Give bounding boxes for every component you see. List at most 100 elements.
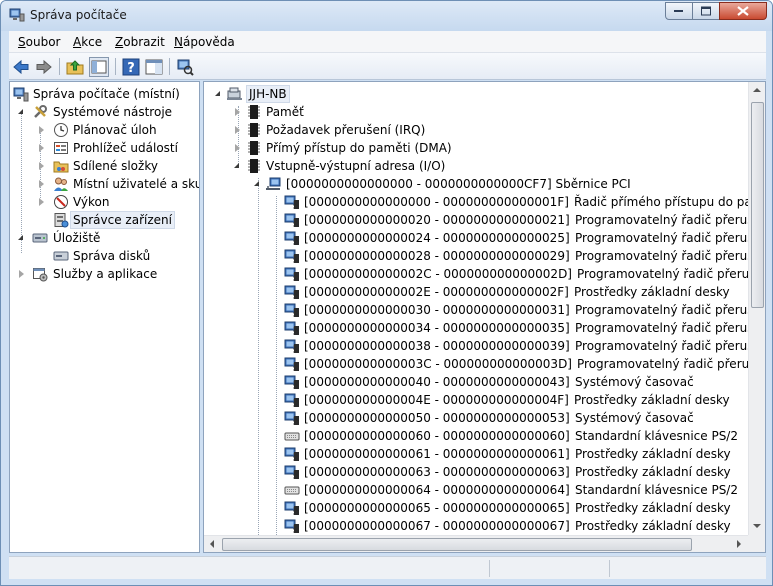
storage-icon: [32, 233, 48, 243]
tree-item-computer-management[interactable]: Správa počítače (místní): [10, 85, 199, 103]
resource-memory[interactable]: Paměť: [204, 103, 744, 121]
tree-item-services[interactable]: Služby a aplikace: [10, 265, 199, 283]
show-hide-tree-icon[interactable]: [89, 57, 109, 77]
tree-item-local-users[interactable]: Místní uživatelé a skupiny: [10, 175, 199, 193]
io-entry-label: [0000000000000050 - 0000000000000053]: [304, 411, 570, 425]
io-entry[interactable]: [0000000000000030 - 0000000000000031] Pro…: [204, 301, 765, 319]
collapse-arrow-icon[interactable]: [254, 181, 259, 186]
tree-item-task-scheduler[interactable]: Plánovač úloh: [10, 121, 199, 139]
io-entry[interactable]: [0000000000000067 - 0000000000000067] Pro…: [204, 517, 744, 535]
device-tree-root[interactable]: JJH-NB: [204, 85, 744, 103]
expand-arrow-icon[interactable]: [235, 126, 240, 134]
chip-icon: [284, 285, 299, 299]
scroll-up-icon[interactable]: [753, 88, 761, 92]
io-entry[interactable]: [000000000000002E - 000000000000002F] Pro…: [204, 283, 744, 301]
menu-soubor[interactable]: Soubor: [18, 35, 60, 49]
io-entry[interactable]: [0000000000000000 - 000000000000001F] Řad…: [204, 193, 765, 211]
horizontal-scrollbar[interactable]: [204, 535, 748, 552]
title-bar[interactable]: Správa počítače: [1, 1, 772, 31]
keyboard-icon: [284, 486, 300, 495]
io-entry[interactable]: [000000000000004E - 000000000000004F] Pro…: [204, 391, 744, 409]
maximize-button[interactable]: [692, 2, 720, 20]
up-folder-icon[interactable]: [65, 57, 85, 77]
collapse-arrow-icon[interactable]: [18, 109, 23, 114]
io-entry-device-name: Programovatelný řadič přerušení: [577, 267, 766, 281]
vertical-scrollbar[interactable]: [748, 82, 765, 535]
chip-icon: [284, 447, 299, 461]
io-entry[interactable]: [0000000000000063 - 0000000000000063] Pro…: [204, 463, 744, 481]
expand-arrow-icon[interactable]: [39, 198, 44, 206]
io-entry[interactable]: [0000000000000034 - 0000000000000035] Pro…: [204, 319, 765, 337]
menu-zobrazit[interactable]: Zobrazit: [115, 35, 165, 49]
tree-label: Prohlížeč událostí: [73, 141, 178, 155]
resource-irq[interactable]: Požadavek přerušení (IRQ): [204, 121, 744, 139]
minimize-button[interactable]: [665, 2, 693, 20]
shared-folder-icon: [53, 161, 69, 173]
chip-icon: [284, 321, 299, 335]
action-pane-icon[interactable]: [144, 57, 164, 77]
io-entry[interactable]: [000000000000003C - 000000000000003D] Pro…: [204, 355, 765, 373]
io-entry[interactable]: [0000000000000020 - 0000000000000021] Pro…: [204, 211, 765, 229]
io-entry[interactable]: [0000000000000065 - 0000000000000065] Pro…: [204, 499, 744, 517]
resource-io[interactable]: Vstupně-výstupní adresa (I/O): [204, 157, 744, 175]
chip-icon: [248, 105, 260, 119]
clock-icon: [54, 123, 68, 137]
window-title: Správa počítače: [30, 8, 127, 22]
io-entry[interactable]: [0000000000000040 - 0000000000000043] Sys…: [204, 373, 744, 391]
status-bar: [9, 556, 766, 579]
resource-dma[interactable]: Přímý přístup do paměti (DMA): [204, 139, 744, 157]
pci-bus[interactable]: [0000000000000000 - 0000000000000CF7] Sb…: [204, 175, 744, 193]
io-entry[interactable]: [0000000000000038 - 0000000000000039] Pro…: [204, 337, 765, 355]
expand-arrow-icon[interactable]: [235, 144, 240, 152]
collapse-arrow-icon[interactable]: [234, 163, 239, 168]
horizontal-scroll-thumb[interactable]: [222, 538, 692, 551]
menu-napoveda[interactable]: Nápověda: [174, 35, 235, 49]
close-icon: [737, 6, 749, 16]
expand-arrow-icon[interactable]: [39, 162, 44, 170]
tree-label: Výkon: [73, 195, 110, 209]
io-entry-device-name: Programovatelný řadič přerušení: [577, 357, 766, 371]
tree-item-system-tools[interactable]: Systémové nástroje: [10, 103, 199, 121]
tree-item-device-manager[interactable]: Správce zařízení: [10, 211, 199, 229]
back-arrow-icon[interactable]: [11, 57, 31, 77]
scan-hardware-icon[interactable]: [175, 57, 195, 77]
io-entry-device-name: Programovatelný řadič přerušení: [575, 249, 766, 263]
scroll-left-icon[interactable]: [210, 540, 214, 548]
tree-label: Vstupně-výstupní adresa (I/O): [266, 159, 446, 173]
expand-arrow-icon[interactable]: [39, 144, 44, 152]
collapse-arrow-icon[interactable]: [18, 235, 23, 240]
tree-item-disk-management[interactable]: Správa disků: [10, 247, 199, 265]
expand-arrow-icon[interactable]: [19, 270, 24, 278]
vertical-scroll-thumb[interactable]: [751, 102, 764, 308]
tree-item-event-viewer[interactable]: Prohlížeč událostí: [10, 139, 199, 157]
io-entry[interactable]: [0000000000000064 - 0000000000000064] Sta…: [204, 481, 744, 499]
chip-icon: [284, 501, 299, 515]
scroll-down-icon[interactable]: [753, 524, 761, 528]
menu-akce[interactable]: Akce: [73, 35, 102, 49]
forward-arrow-icon[interactable]: [34, 57, 54, 77]
expand-arrow-icon[interactable]: [39, 126, 44, 134]
io-entry-label: [0000000000000030 - 0000000000000031]: [304, 303, 570, 317]
close-button[interactable]: [719, 2, 767, 20]
chip-icon: [284, 195, 299, 209]
io-entry-device-name: Prostředky základní desky: [575, 465, 731, 479]
expand-arrow-icon[interactable]: [39, 180, 44, 188]
io-entry[interactable]: [0000000000000024 - 0000000000000025] Pro…: [204, 229, 765, 247]
tree-item-shared-folders[interactable]: Sdílené složky: [10, 157, 199, 175]
io-entry[interactable]: [0000000000000061 - 0000000000000061] Pro…: [204, 445, 744, 463]
io-entry[interactable]: [0000000000000028 - 0000000000000029] Pro…: [204, 247, 765, 265]
io-entry-label: [0000000000000038 - 0000000000000039]: [304, 339, 570, 353]
tree-label: Sdílené složky: [73, 159, 158, 173]
io-entry[interactable]: [0000000000000050 - 0000000000000053] Sys…: [204, 409, 744, 427]
collapse-arrow-icon[interactable]: [215, 91, 220, 96]
tree-item-performance[interactable]: Výkon: [10, 193, 199, 211]
io-entry-device-name: Prostředky základní desky: [575, 501, 731, 515]
io-entry[interactable]: [0000000000000060 - 0000000000000060] Sta…: [204, 427, 744, 445]
tree-item-storage[interactable]: Úložiště: [10, 229, 199, 247]
expand-arrow-icon[interactable]: [235, 108, 240, 116]
help-icon[interactable]: ?: [121, 57, 141, 77]
io-entry[interactable]: [000000000000002C - 000000000000002D] Pro…: [204, 265, 765, 283]
computer-management-window: Správa počítače Soubor Akce Zobrazit Náp…: [0, 0, 773, 586]
scroll-right-icon[interactable]: [737, 540, 741, 548]
toolbar-separator: [169, 58, 170, 75]
